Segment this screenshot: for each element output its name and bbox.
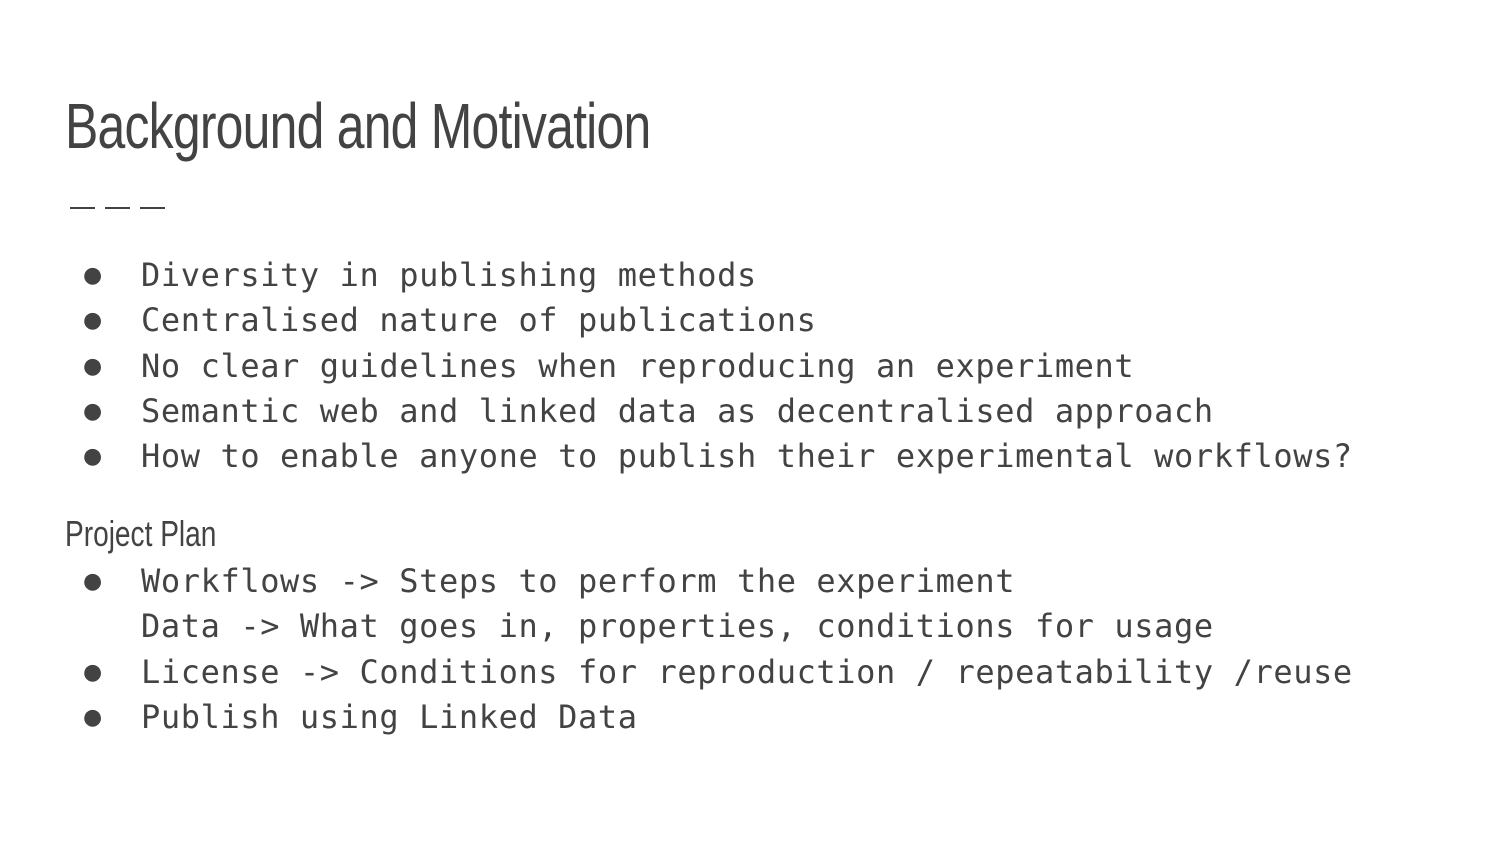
list-item-text: License -> Conditions for reproduction /…	[141, 652, 1353, 691]
project-plan-list: ● Workflows -> Steps to perform the expe…	[0, 559, 1353, 740]
bullet-icon: ●	[83, 569, 103, 594]
bullet-icon: ●	[83, 704, 103, 730]
list-item: ● How to enable anyone to publish their …	[0, 434, 1353, 479]
list-item-text: Semantic web and linked data as decentra…	[141, 391, 1214, 430]
list-item-text: Data -> What goes in, properties, condit…	[141, 607, 1214, 646]
bullet-icon: ●	[83, 444, 103, 470]
list-item: ● No clear guidelines when reproducing a…	[0, 344, 1353, 389]
bullet-icon: ●	[83, 353, 103, 379]
bullet-icon: ●	[83, 398, 103, 424]
project-plan-heading: Project Plan	[65, 513, 217, 554]
list-item-text: Diversity in publishing methods	[141, 256, 757, 294]
divider-dash	[140, 207, 165, 209]
divider-dash	[70, 207, 95, 209]
bullet-icon: ●	[83, 308, 103, 334]
divider-dash	[105, 207, 130, 209]
title-divider	[70, 207, 165, 209]
list-item-text: Workflows -> Steps to perform the experi…	[141, 562, 1016, 600]
bullet-icon: ●	[83, 659, 103, 685]
list-item: ● Diversity in publishing methods	[0, 253, 1353, 298]
background-list: ● Diversity in publishing methods ● Cent…	[0, 253, 1353, 479]
list-item-text: Centralised nature of publications	[141, 301, 817, 340]
list-item: ● Workflows -> Steps to perform the expe…	[0, 559, 1353, 604]
list-item: ● Semantic web and linked data as decent…	[0, 389, 1353, 434]
list-item-text: How to enable anyone to publish their ex…	[141, 437, 1353, 476]
bullet-icon: ●	[83, 263, 103, 288]
slide-title: Background and Motivation	[65, 90, 651, 162]
list-item-text: Publish using Linked Data	[141, 697, 638, 736]
list-item-continuation: Data -> What goes in, properties, condit…	[0, 604, 1353, 649]
slide: Background and Motivation ● Diversity in…	[0, 0, 1500, 844]
list-item-text: No clear guidelines when reproducing an …	[141, 346, 1135, 385]
list-item: ● License -> Conditions for reproduction…	[0, 650, 1353, 695]
list-item: ● Centralised nature of publications	[0, 298, 1353, 343]
list-item: ● Publish using Linked Data	[0, 695, 1353, 740]
